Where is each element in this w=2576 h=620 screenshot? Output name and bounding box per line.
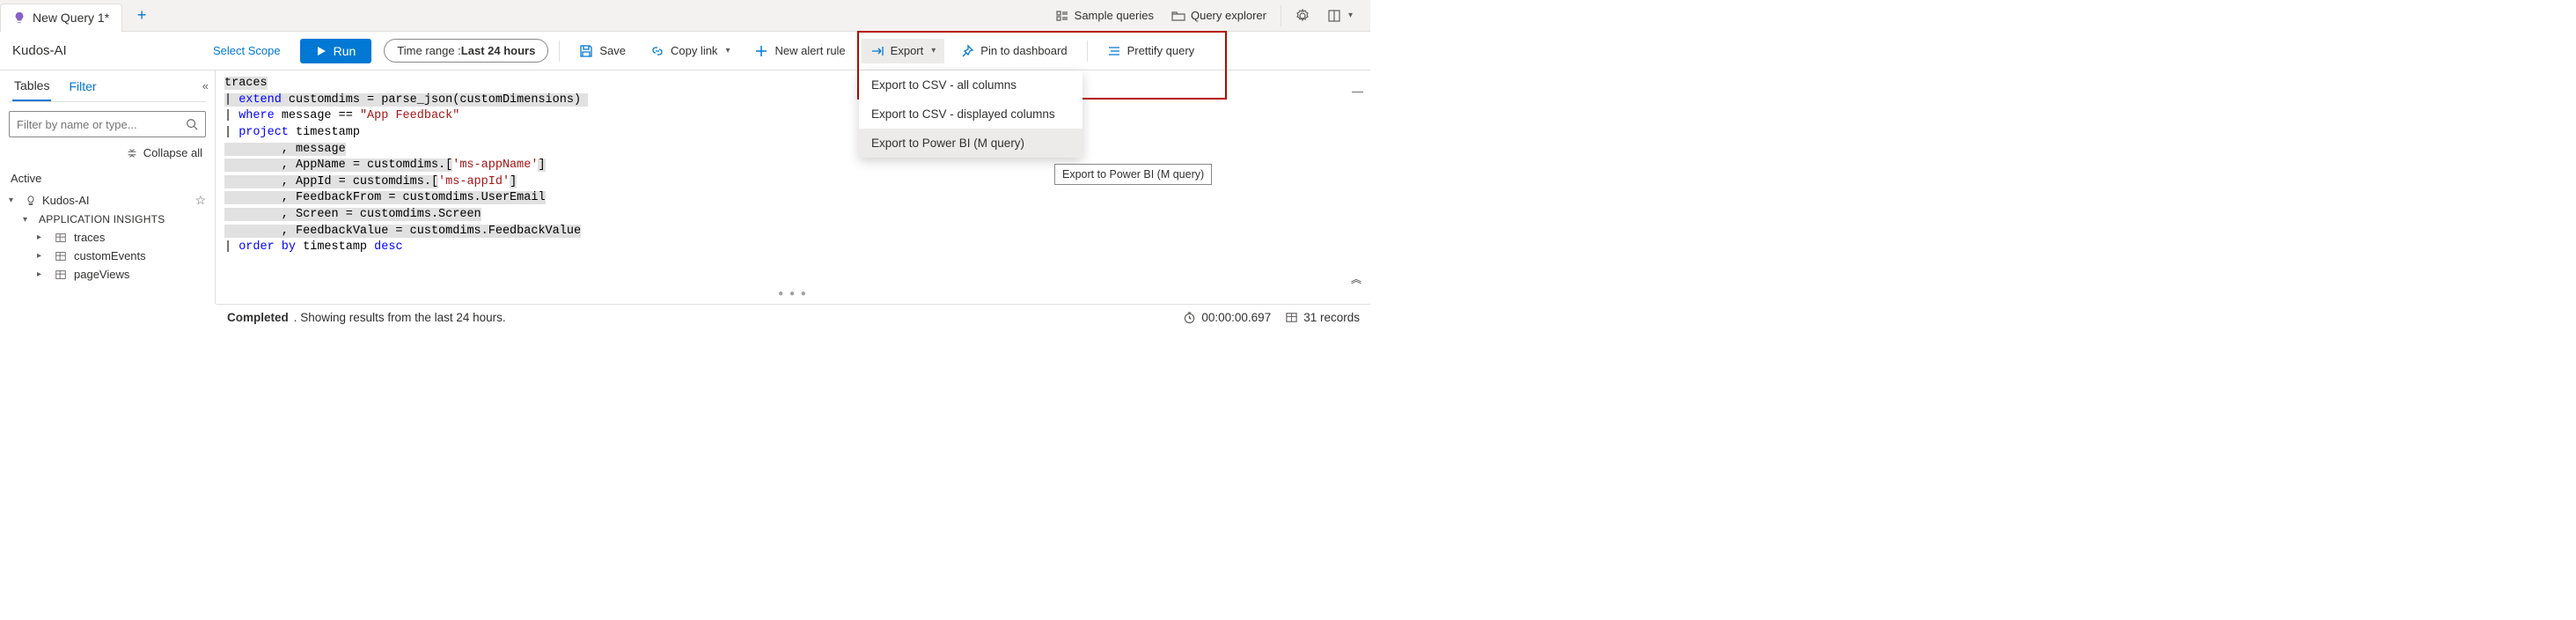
play-icon <box>316 46 327 56</box>
status-msg: . Showing results from the last 24 hours… <box>294 311 506 324</box>
caret-down-icon: ▾ <box>23 215 33 225</box>
tree-heading: Active <box>9 168 206 190</box>
save-icon <box>579 44 593 58</box>
status-records: 31 records <box>1285 311 1360 324</box>
caret-right-icon: ▸ <box>37 232 48 242</box>
sidebar: Tables Filter « Collapse all Active ▾ Ku… <box>0 70 216 304</box>
filter-input[interactable] <box>17 118 180 131</box>
chevron-down-icon: ▾ <box>725 46 730 55</box>
caret-down-icon: ▾ <box>9 196 19 205</box>
tab-bar: New Query 1* + Sample queries Query expl… <box>0 0 1370 32</box>
lightbulb-icon <box>13 11 26 24</box>
table-icon <box>1285 311 1298 324</box>
tree-leaf-traces[interactable]: ▸ traces <box>9 228 206 247</box>
chevron-down-icon: ▾ <box>931 46 936 55</box>
export-csv-all[interactable]: Export to CSV - all columns <box>859 70 1083 100</box>
tree-leaf-pageviews[interactable]: ▸ pageViews <box>9 265 206 284</box>
panels-button[interactable]: ▾ <box>1320 5 1360 26</box>
export-icon <box>870 44 884 58</box>
collapse-sidebar-icon[interactable]: « <box>202 79 206 92</box>
collapse-all-icon <box>126 147 138 159</box>
copy-link-button[interactable]: Copy link ▾ <box>642 39 739 63</box>
pin-icon <box>960 44 974 58</box>
gear-icon <box>1295 9 1310 23</box>
pin-button[interactable]: Pin to dashboard <box>951 39 1075 63</box>
stopwatch-icon <box>1183 311 1196 324</box>
export-dropdown: Export to CSV - all columns Export to CS… <box>859 70 1083 158</box>
tree: Active ▾ Kudos-AI ☆ ▾ APPLICATION INSIGH… <box>9 166 206 284</box>
lightbulb-icon <box>25 195 37 207</box>
export-csv-displayed[interactable]: Export to CSV - displayed columns <box>859 100 1083 129</box>
sidebar-tab-tables[interactable]: Tables <box>12 71 51 101</box>
caret-right-icon: ▸ <box>37 269 48 279</box>
tree-group[interactable]: ▾ APPLICATION INSIGHTS <box>9 210 206 228</box>
main-content: Tables Filter « Collapse all Active ▾ Ku… <box>0 70 1370 304</box>
prettify-icon <box>1107 44 1121 58</box>
plus-icon <box>754 44 768 58</box>
query-tab[interactable]: New Query 1* <box>0 4 122 32</box>
collapse-all-button[interactable]: Collapse all <box>9 137 206 166</box>
new-alert-button[interactable]: New alert rule <box>745 39 854 63</box>
search-icon <box>186 118 198 130</box>
tab-title: New Query 1* <box>33 11 109 25</box>
favorite-icon[interactable]: ☆ <box>194 193 206 208</box>
status-completed: Completed <box>227 311 289 324</box>
table-icon <box>55 232 67 244</box>
time-range-picker[interactable]: Time range : Last 24 hours <box>384 39 548 63</box>
select-scope-link[interactable]: Select Scope <box>201 44 293 57</box>
tree-leaf-customevents[interactable]: ▸ customEvents <box>9 247 206 265</box>
app-title: Kudos-AI <box>9 43 194 58</box>
status-bar: Completed . Showing results from the las… <box>217 304 1370 330</box>
save-button[interactable]: Save <box>570 39 635 63</box>
table-icon <box>55 250 67 262</box>
query-explorer-button[interactable]: Query explorer <box>1164 5 1273 26</box>
prettify-button[interactable]: Prettify query <box>1098 39 1204 63</box>
expand-results-icon[interactable]: ︽ <box>1351 271 1361 286</box>
export-powerbi[interactable]: Export to Power BI (M query) <box>859 129 1083 158</box>
tree-root[interactable]: ▾ Kudos-AI ☆ <box>9 190 206 210</box>
toolbar: Kudos-AI Select Scope Run Time range : L… <box>0 32 1370 70</box>
chevron-down-icon: ▾ <box>1348 11 1353 20</box>
list-icon <box>1055 9 1069 23</box>
sidebar-tab-filter[interactable]: Filter <box>67 72 98 100</box>
folder-open-icon <box>1171 9 1185 23</box>
status-time: 00:00:00.697 <box>1183 311 1271 324</box>
caret-right-icon: ▸ <box>37 251 48 261</box>
add-tab-button[interactable]: + <box>126 6 158 25</box>
table-icon <box>55 269 67 281</box>
settings-button[interactable] <box>1288 5 1317 26</box>
tooltip: Export to Power BI (M query) <box>1054 164 1212 185</box>
export-button[interactable]: Export ▾ <box>862 39 945 63</box>
collapse-editor-icon[interactable]: — <box>1352 85 1363 98</box>
filter-input-wrapper[interactable] <box>9 111 206 137</box>
run-button[interactable]: Run <box>300 39 372 63</box>
resize-handle[interactable]: ● ● ● <box>216 289 1370 299</box>
sample-queries-button[interactable]: Sample queries <box>1048 5 1161 26</box>
editor-wrap: traces | extend customdims = parse_json(… <box>216 70 1370 304</box>
link-icon <box>650 44 664 58</box>
book-icon <box>1327 9 1341 23</box>
